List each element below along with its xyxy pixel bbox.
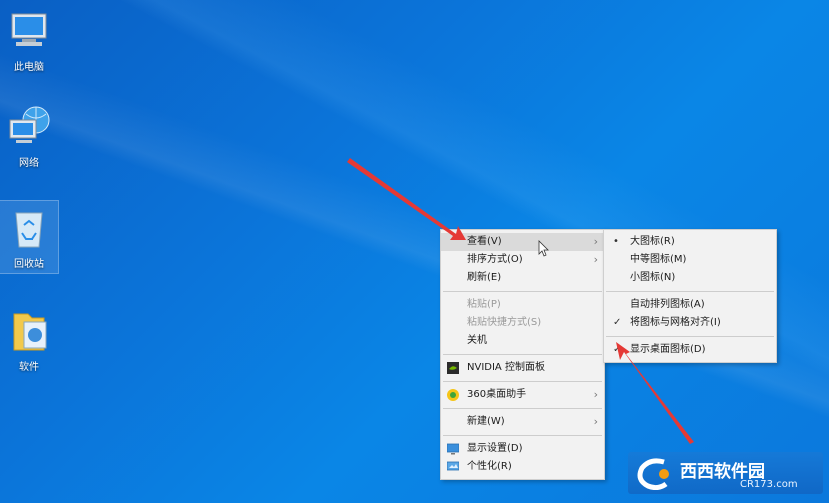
- annotation-arrows: [347, 158, 694, 444]
- red-arrow-to-view-icon: [347, 158, 466, 240]
- watermark-url: CR173.com: [740, 479, 798, 490]
- red-arrow-to-show-desktop-icons-icon: [616, 342, 694, 444]
- watermark-logo-icon: [637, 458, 669, 490]
- watermark-logo: 西西软件园 CR173.com: [628, 452, 823, 494]
